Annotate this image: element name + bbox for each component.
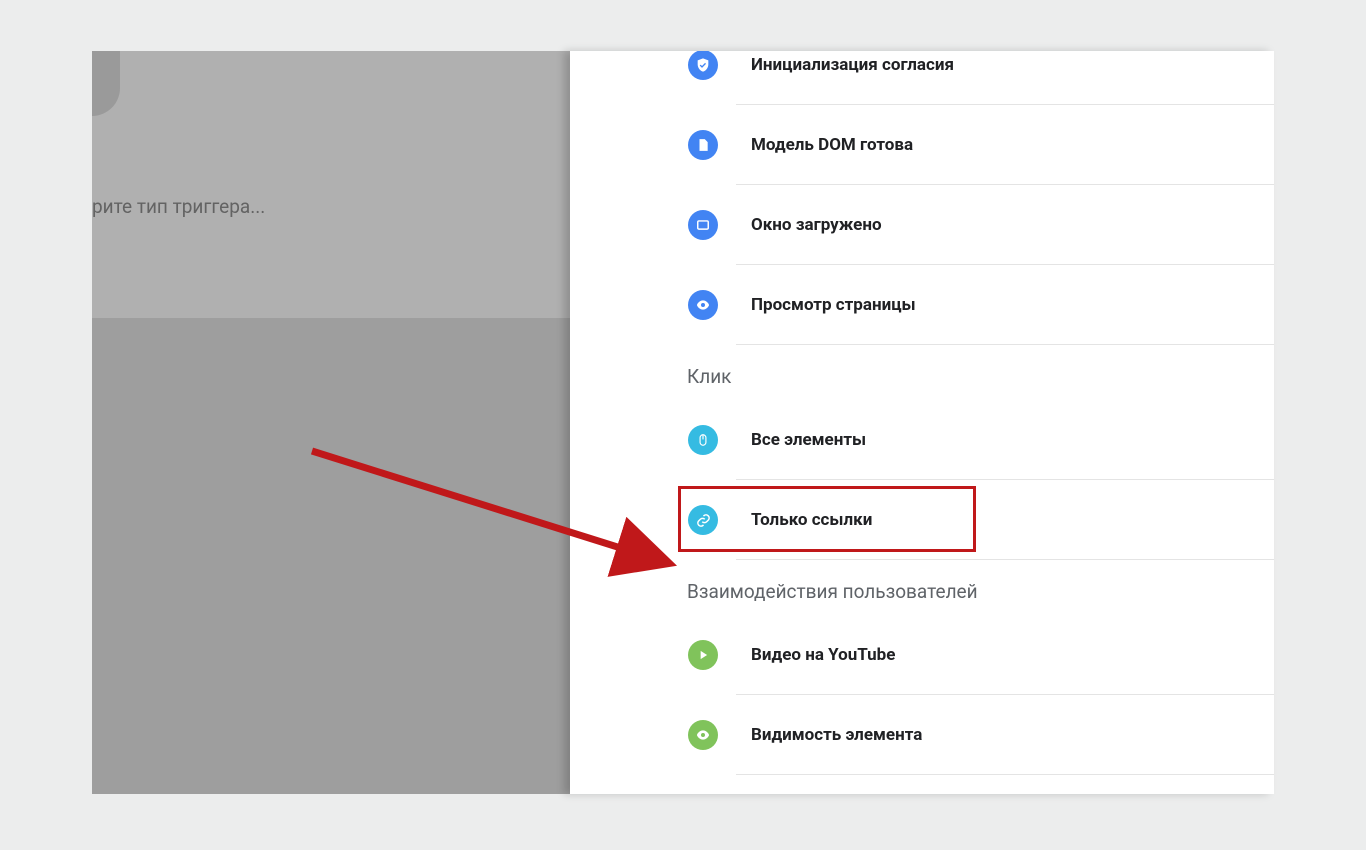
shield-icon bbox=[688, 51, 718, 80]
trigger-window-loaded[interactable]: Окно загружено bbox=[570, 185, 1274, 265]
trigger-label: Инициализация согласия bbox=[687, 55, 954, 75]
trigger-label: Модель DOM готова bbox=[687, 135, 913, 155]
stage-canvas: рите тип триггера... Инициализация согла… bbox=[92, 51, 1274, 794]
background-dimmed-header: рите тип триггера... bbox=[92, 51, 570, 318]
window-icon bbox=[688, 210, 718, 240]
avatar-fragment bbox=[92, 51, 120, 116]
trigger-element-visibility[interactable]: Видимость элемента bbox=[570, 695, 1274, 775]
group-title-user-interactions: Взаимодействия пользователей bbox=[570, 580, 1274, 603]
trigger-all-elements[interactable]: Все элементы bbox=[570, 400, 1274, 480]
select-trigger-prompt: рите тип триггера... bbox=[92, 195, 265, 218]
document-icon bbox=[688, 130, 718, 160]
mouse-icon bbox=[688, 425, 718, 455]
trigger-label: Видео на YouTube bbox=[687, 645, 895, 665]
trigger-label: Просмотр страницы bbox=[687, 295, 916, 315]
eye-icon bbox=[688, 290, 718, 320]
trigger-dom-ready[interactable]: Модель DOM готова bbox=[570, 105, 1274, 185]
group-title-click: Клик bbox=[570, 365, 1274, 388]
trigger-consent-init[interactable]: Инициализация согласия bbox=[570, 51, 1274, 105]
link-icon bbox=[688, 505, 718, 535]
trigger-label: Видимость элемента bbox=[687, 725, 922, 745]
trigger-page-view[interactable]: Просмотр страницы bbox=[570, 265, 1274, 345]
trigger-type-panel: Инициализация согласия Модель DOM готова… bbox=[570, 51, 1274, 794]
play-icon bbox=[688, 640, 718, 670]
trigger-youtube-video[interactable]: Видео на YouTube bbox=[570, 615, 1274, 695]
trigger-only-links[interactable]: Только ссылки bbox=[570, 480, 1274, 560]
eye-icon bbox=[688, 720, 718, 750]
